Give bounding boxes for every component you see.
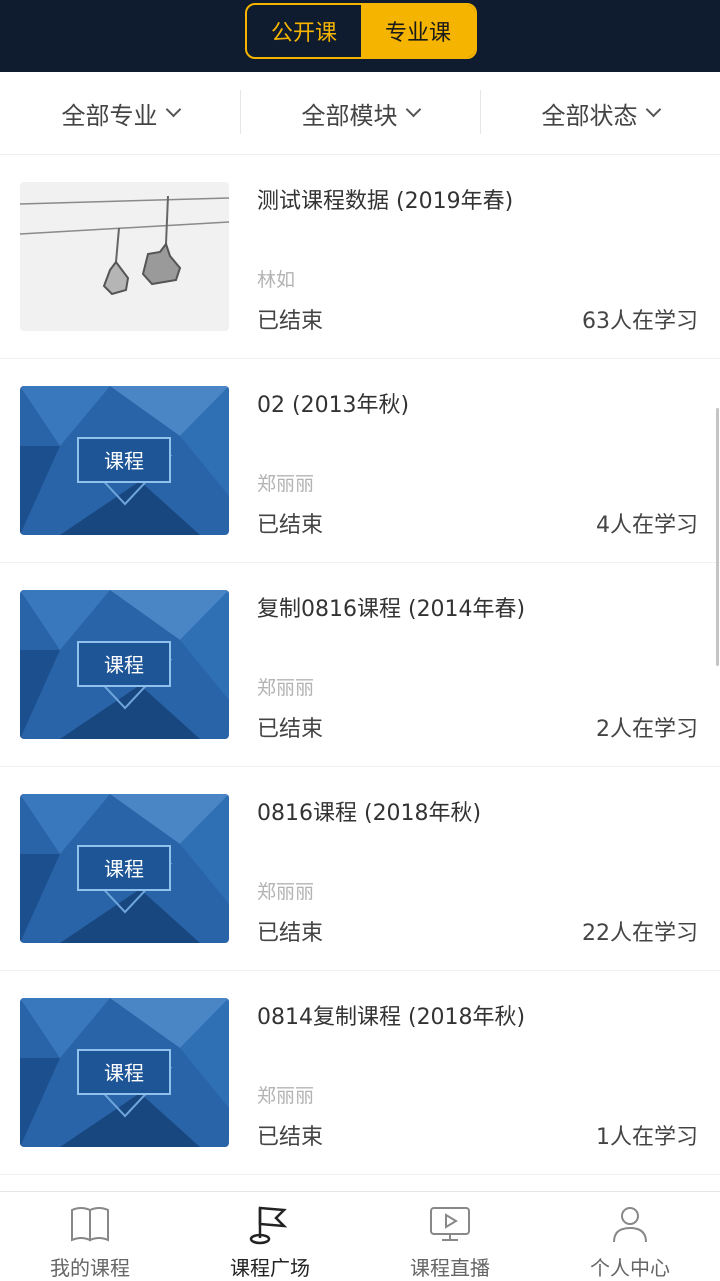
chevron-down-icon	[405, 101, 421, 117]
course-thumbnail: 课程	[20, 386, 229, 535]
course-list: 测试课程数据 (2019年春) 林如 已结束 63人在学习 课程 02 (201…	[0, 155, 720, 1191]
tab-professional-course[interactable]: 专业课	[361, 5, 475, 57]
cover-text: 课程	[104, 449, 144, 473]
course-title: 02 (2013年秋)	[257, 393, 410, 418]
course-title: 0816课程 (2018年秋)	[257, 801, 482, 826]
tab-public-course[interactable]: 公开课	[247, 5, 361, 57]
tab-course-plaza[interactable]: 课程广场	[180, 1192, 360, 1281]
course-teacher: 郑丽丽	[257, 1085, 315, 1107]
course-list-item[interactable]: 课程 复制0816课程 (2014年春) 郑丽丽 已结束 2人在学习	[0, 563, 720, 767]
course-title: 复制0816课程 (2014年春)	[257, 597, 526, 622]
learner-count: 63人在学习	[582, 309, 698, 334]
filter-label: 全部状态	[541, 101, 638, 130]
chevron-down-icon	[645, 101, 661, 117]
tab-my-courses[interactable]: 我的课程	[0, 1192, 180, 1281]
filter-status-dropdown[interactable]: 全部状态	[480, 72, 720, 154]
course-teacher: 郑丽丽	[257, 881, 315, 903]
cover-text: 课程	[104, 653, 144, 677]
course-status: 已结束	[257, 1125, 324, 1150]
course-list-item[interactable]: 测试课程数据 (2019年春) 林如 已结束 63人在学习	[0, 155, 720, 359]
flag-icon	[249, 1206, 288, 1245]
filter-module-dropdown[interactable]: 全部模块	[240, 72, 480, 154]
cover-text: 课程	[104, 857, 144, 881]
live-screen-icon	[430, 1207, 470, 1241]
learner-count: 2人在学习	[596, 717, 698, 742]
course-title: 测试课程数据 (2019年春)	[257, 189, 514, 214]
tab-label: 课程直播	[410, 1256, 490, 1280]
course-status: 已结束	[257, 921, 324, 946]
scrollbar[interactable]	[716, 408, 719, 666]
course-list-item[interactable]: 课程 0814复制课程 (2018年秋) 郑丽丽 已结束 1人在学习	[0, 971, 720, 1175]
learner-count: 22人在学习	[582, 921, 698, 946]
tab-live-course[interactable]: 课程直播	[360, 1192, 540, 1281]
filter-bar: 全部专业 全部模块 全部状态	[0, 72, 720, 155]
tab-label: 课程广场	[230, 1256, 310, 1280]
course-list-item[interactable]: 课程 0816课程 (2018年秋) 郑丽丽 已结束 22人在学习	[0, 767, 720, 971]
course-teacher: 林如	[257, 269, 296, 291]
filter-major-dropdown[interactable]: 全部专业	[0, 72, 240, 154]
course-status: 已结束	[257, 309, 324, 334]
course-teacher: 郑丽丽	[257, 677, 315, 699]
course-thumbnail: 课程	[20, 794, 229, 943]
course-type-segmented-control: 公开课 专业课	[245, 3, 477, 59]
course-status: 已结束	[257, 513, 324, 538]
top-bar: 公开课 专业课	[0, 0, 720, 72]
tab-label: 个人中心	[590, 1256, 670, 1280]
course-teacher: 郑丽丽	[257, 473, 315, 495]
course-thumbnail	[20, 182, 229, 331]
user-icon	[613, 1207, 647, 1243]
cover-text: 课程	[104, 1061, 144, 1085]
learner-count: 1人在学习	[596, 1125, 698, 1150]
filter-label: 全部模块	[301, 101, 398, 130]
filter-label: 全部专业	[61, 101, 158, 130]
course-title: 0814复制课程 (2018年秋)	[257, 1005, 526, 1030]
course-list-item[interactable]: 课程 02 (2013年秋) 郑丽丽 已结束 4人在学习	[0, 359, 720, 563]
book-icon	[71, 1207, 109, 1242]
tab-personal-center[interactable]: 个人中心	[540, 1192, 720, 1281]
learner-count: 4人在学习	[596, 513, 698, 538]
tab-label: 我的课程	[50, 1256, 130, 1280]
bottom-tab-bar: 我的课程 课程广场 课程直播 个人中心	[0, 1191, 720, 1281]
course-thumbnail: 课程	[20, 998, 229, 1147]
chevron-down-icon	[165, 101, 181, 117]
course-status: 已结束	[257, 717, 324, 742]
course-thumbnail: 课程	[20, 590, 229, 739]
